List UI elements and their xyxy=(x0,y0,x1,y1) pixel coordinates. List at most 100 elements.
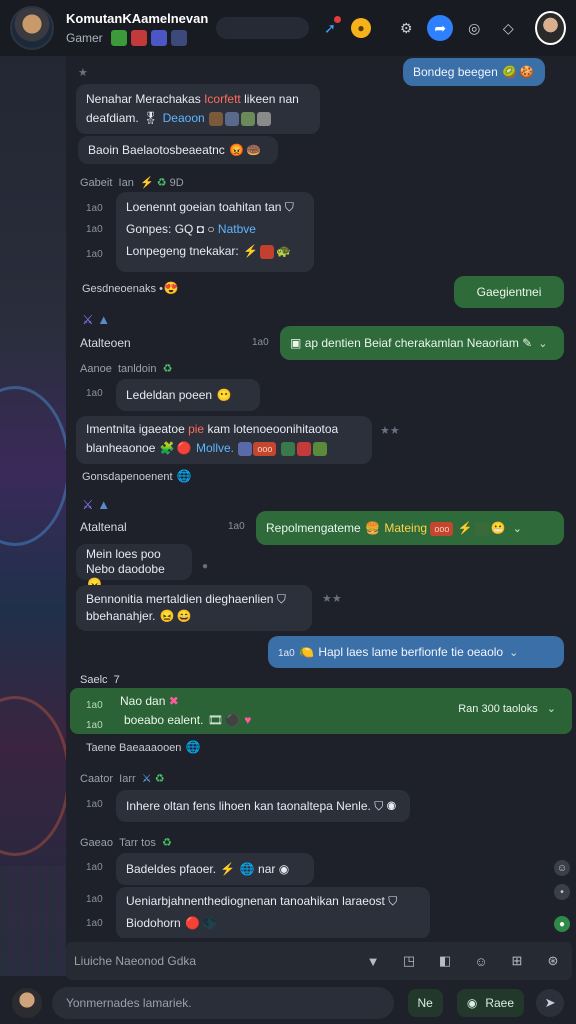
message-bubble[interactable]: Imentnita igaeatoe pie kam lotenoeoonihi… xyxy=(76,416,372,464)
lock-icon: ▣ xyxy=(290,336,302,350)
message-bubble-outgoing[interactable]: ▣ ap dentien Beiaf cherakamlan Neaoriam … xyxy=(280,326,564,360)
message-text: deafdiam. xyxy=(86,111,139,125)
header-search-bar[interactable] xyxy=(216,17,309,39)
message-text: bbehanahjer. xyxy=(86,609,156,623)
sticker-icon xyxy=(238,441,253,456)
sender-name-text: Saelc xyxy=(80,674,108,686)
message-time: 1a0 xyxy=(86,894,103,905)
role-icon: ⚡ xyxy=(139,177,154,189)
message-bubble[interactable]: Mein loes poo Nebo daodobe 😠 xyxy=(76,544,192,591)
compose-input[interactable]: Yonmernades lamariek. xyxy=(51,987,394,1019)
message-aside: Ran 300 taoloks ⌄ xyxy=(458,700,556,719)
sticker-tool-icon[interactable]: ◳ xyxy=(398,950,420,972)
settings-icon[interactable]: ◎ xyxy=(461,15,487,41)
reaction-count: 7 xyxy=(113,674,120,686)
message-time: 1a0 xyxy=(86,799,103,810)
sender-name[interactable]: Atalteoen xyxy=(80,336,131,350)
chevron-down-icon[interactable]: ⌄ xyxy=(547,700,556,719)
send-icon[interactable]: ➤ xyxy=(536,989,564,1017)
system-text: Gesdneoenaks xyxy=(82,283,156,295)
message-bubble-outgoing[interactable]: Gaegientnei xyxy=(454,276,564,308)
status-icon[interactable]: ● xyxy=(554,916,570,932)
sender-name-text: Gabeit xyxy=(80,177,113,189)
message-bubble[interactable]: Bennonitia mertaldien dieghaenlien ⛉ bbe… xyxy=(76,585,312,631)
header-titles: KomutanKAamelnevan Gamer xyxy=(66,11,208,46)
message-bubble[interactable]: Ueniarbjahnenthediognenan tanoahikan lar… xyxy=(116,887,430,938)
star-icon: ★★ xyxy=(380,425,400,437)
sticker-icon: 😄 xyxy=(176,609,192,623)
sticker-icon: 😶 xyxy=(216,388,232,402)
quick-reply-button-2[interactable]: ◉ Raee xyxy=(456,989,525,1017)
message-bubble-outgoing[interactable]: 1a0 🍋 Hapl laes lame berfionfe tie oeaol… xyxy=(268,636,564,668)
sender-name-text: Aanoe xyxy=(80,363,112,375)
message-text: Mein loes poo xyxy=(86,547,161,561)
emoji-icon[interactable]: ☺ xyxy=(554,860,570,876)
message-bubble-highlight[interactable]: 1a0 1a0 Nao dan ✖ boeabo ealent. 🎞 ⚫ ♥ Ra… xyxy=(70,688,572,734)
gamepad-tool-icon[interactable]: ⊛ xyxy=(542,950,564,972)
share-icon[interactable]: ➦ xyxy=(427,15,454,41)
message-time: 1a0 xyxy=(86,700,103,711)
mention-icon[interactable]: ➚ xyxy=(317,15,343,41)
message-bubble[interactable]: Ledeldan poeen 😶 xyxy=(116,379,260,411)
grid-icon[interactable]: ⊞ xyxy=(506,950,528,972)
notification-dot xyxy=(334,16,341,23)
chevron-down-icon[interactable]: ⌄ xyxy=(538,333,547,355)
mention-tag[interactable]: Mollve. xyxy=(196,441,234,455)
message-text: Bennonitia mertaldien dieghaenlien xyxy=(86,592,274,606)
recycle-icon: ♻ xyxy=(156,177,167,189)
mention-tag[interactable]: Mateing xyxy=(384,521,427,535)
chevron-down-icon[interactable]: ⌄ xyxy=(513,518,522,540)
mention-tag[interactable]: pie xyxy=(188,422,204,436)
chevron-down-icon[interactable]: ⌄ xyxy=(509,643,518,663)
record-icon: ◉ xyxy=(278,862,290,876)
message-input-placeholder[interactable]: Liuiche Naeonod Gdka xyxy=(74,954,348,968)
sender-name-text: Caator xyxy=(80,773,114,785)
quick-reply-button-1[interactable]: Ne xyxy=(407,989,443,1017)
mention-tag[interactable]: Natbve xyxy=(218,222,256,236)
compose-footer: Yonmernades lamariek. Ne ◉ Raee ➤ xyxy=(0,982,576,1024)
sender-name[interactable]: Gaeao Tarr tos ♻ xyxy=(80,836,172,849)
sticker-icon xyxy=(474,521,489,536)
recycle-icon: ♻ xyxy=(154,773,165,785)
message-bubble[interactable]: Baoin Baelaotosbeaeatnc 😡 🍩 xyxy=(78,136,278,164)
message-bubble-outgoing[interactable]: Repolmengateme 🍔 Mateing ooo ⚡ 😬 ⌄ xyxy=(256,511,564,545)
sender-name[interactable]: Saelc 7 xyxy=(80,674,120,686)
message-bubble[interactable]: Badeldes pfaoer. ⚡ 🌐 nar ◉ xyxy=(116,853,314,885)
gif-icon[interactable]: ▼ xyxy=(362,950,384,972)
user-profile-avatar[interactable] xyxy=(535,11,566,45)
sticker-icon: 🌐 xyxy=(176,469,192,483)
my-avatar[interactable] xyxy=(12,988,42,1018)
sender-name[interactable]: Gabeit Ian ⚡ ♻ 9D xyxy=(80,176,184,189)
sticker-icon: ⚡ xyxy=(220,862,236,876)
message-text: Lonpegeng tnekakar: xyxy=(126,244,239,258)
group-subtitle: Gamer xyxy=(66,29,208,46)
sticker-icon: 🔴 xyxy=(185,916,201,930)
bell-icon[interactable]: ◇ xyxy=(495,15,521,41)
group-title[interactable]: KomutanKAamelnevan xyxy=(66,11,208,26)
gamepad-icon[interactable]: ⚙ xyxy=(393,15,419,41)
sender-name[interactable]: Caator Iarr ⚔ ♻ xyxy=(80,772,165,785)
mention-tag[interactable]: Deaoon xyxy=(163,111,205,125)
emoji-tool-icon[interactable]: ☺ xyxy=(470,950,492,972)
background-art xyxy=(0,56,66,976)
group-avatar[interactable] xyxy=(10,6,54,50)
dot-icon: • xyxy=(159,283,163,295)
message-input-toolbar[interactable]: Liuiche Naeonod Gdka ▼ ◳ ◧ ☺ ⊞ ⊛ xyxy=(66,942,572,980)
sender-name[interactable]: Ataltenal xyxy=(80,520,127,534)
message-time: 1a0 xyxy=(228,521,245,532)
message-bubble-outgoing[interactable]: Bondeg beegen 🥝 🍪 xyxy=(403,58,545,86)
message-time: 1a0 xyxy=(86,388,103,399)
sticker-icon: 🍪 xyxy=(519,65,534,79)
mention-tag[interactable]: Icorfett xyxy=(204,92,241,106)
sender-role: tanldoin xyxy=(117,363,157,375)
coin-icon[interactable]: ● xyxy=(351,18,371,38)
message-time: 1a0 xyxy=(86,203,103,214)
sender-name[interactable]: Aanoe tanldoin ♻ xyxy=(80,362,172,375)
more-icon[interactable]: • xyxy=(554,884,570,900)
message-bubble[interactable]: Inhere oltan fens lihoen kan taonaltepa … xyxy=(116,790,410,822)
message-bubble[interactable]: Loenennt goeian toahitan tan ⛉ Gonpes: G… xyxy=(116,192,314,272)
image-icon[interactable]: ◧ xyxy=(434,950,456,972)
message-bubble[interactable]: Nenahar Merachakas Icorfett likeen nan d… xyxy=(76,84,320,134)
chat-messages[interactable]: Bondeg beegen 🥝 🍪 ★ Nenahar Merachakas Ic… xyxy=(66,56,576,938)
compose-placeholder: Yonmernades lamariek. xyxy=(65,996,192,1010)
